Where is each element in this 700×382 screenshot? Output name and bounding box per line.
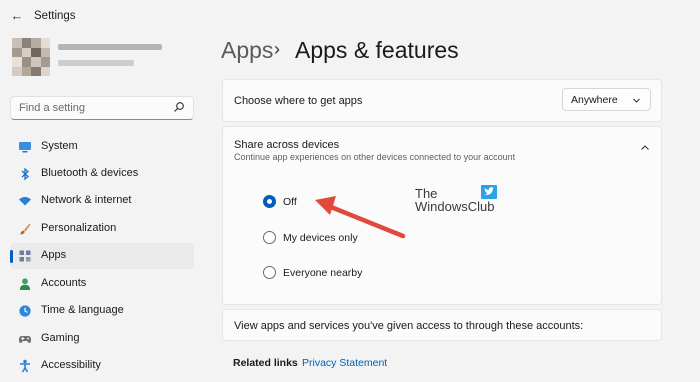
sidebar-item-system[interactable]: System xyxy=(10,134,194,160)
search-box[interactable] xyxy=(10,96,194,120)
bluetooth-icon xyxy=(21,167,29,181)
sidebar-item-personalization[interactable]: Personalization xyxy=(10,216,194,242)
person-icon xyxy=(19,278,31,290)
sidebar-item-label: Network & internet xyxy=(41,194,132,206)
share-across-devices-header[interactable]: Share across devices Continue app experi… xyxy=(222,126,662,172)
monitor-icon xyxy=(19,142,31,153)
sidebar-item-apps[interactable]: Apps xyxy=(10,243,194,269)
profile-email-blurred xyxy=(58,60,134,66)
app-title: Settings xyxy=(34,10,76,22)
sidebar-item-time-language[interactable]: Time & language xyxy=(10,298,194,324)
breadcrumb-separator: › xyxy=(274,39,280,59)
sidebar-item-label: Apps xyxy=(41,249,67,261)
sidebar-item-gaming[interactable]: Gaming xyxy=(10,326,194,352)
watermark-line2: WindowsClub xyxy=(415,199,495,214)
share-subtitle: Continue app experiences on other device… xyxy=(234,152,516,162)
search-icon[interactable] xyxy=(173,101,185,113)
active-indicator xyxy=(10,250,13,263)
radio-off-label[interactable]: Off xyxy=(283,196,297,208)
avatar[interactable] xyxy=(12,38,50,76)
radio-off[interactable] xyxy=(263,195,276,208)
get-apps-dropdown[interactable]: Anywhere xyxy=(562,88,651,111)
radio-everyone-nearby[interactable] xyxy=(263,266,276,279)
annotation-arrow-icon xyxy=(315,196,406,239)
profile-name-blurred xyxy=(58,44,162,50)
page-title: Apps & features xyxy=(295,37,459,63)
wifi-icon xyxy=(19,197,31,206)
get-apps-value: Anywhere xyxy=(571,94,618,106)
sidebar-item-label: System xyxy=(41,140,78,152)
sidebar-item-accounts[interactable]: Accounts xyxy=(10,271,194,297)
apps-icon xyxy=(19,250,31,262)
brush-icon xyxy=(20,223,31,235)
radio-everyone-nearby-label[interactable]: Everyone nearby xyxy=(283,267,362,279)
chevron-up-icon[interactable] xyxy=(640,143,650,153)
sidebar-item-label: Accessibility xyxy=(41,359,101,371)
sidebar-item-label: Accounts xyxy=(41,277,87,289)
sidebar-item-label: Gaming xyxy=(41,332,80,344)
sidebar-item-label: Personalization xyxy=(41,222,117,234)
get-apps-label: Choose where to get apps xyxy=(234,95,363,107)
sidebar-item-bluetooth-devices[interactable]: Bluetooth & devices xyxy=(10,161,194,187)
controller-icon xyxy=(19,336,31,343)
privacy-statement-link[interactable]: Privacy Statement xyxy=(302,357,387,369)
globe-clock-icon xyxy=(19,305,31,317)
radio-my-devices-only[interactable] xyxy=(263,231,276,244)
accounts-card[interactable]: View apps and services you've given acce… xyxy=(222,309,662,341)
accounts-text: View apps and services you've given acce… xyxy=(234,320,584,332)
twitter-bird-icon xyxy=(481,185,497,199)
sidebar-item-network-internet[interactable]: Network & internet xyxy=(10,188,194,214)
sidebar-item-label: Bluetooth & devices xyxy=(41,167,139,179)
accessibility-icon xyxy=(20,359,30,373)
share-title: Share across devices xyxy=(234,139,340,151)
breadcrumb-parent[interactable]: Apps xyxy=(221,37,273,64)
search-input[interactable] xyxy=(11,97,169,119)
sidebar-item-accessibility[interactable]: Accessibility xyxy=(10,353,194,379)
share-options-panel: Off My devices only Everyone nearby xyxy=(222,171,662,305)
chevron-down-icon xyxy=(633,98,640,103)
back-arrow-icon[interactable]: ← xyxy=(10,9,24,23)
related-links-label: Related links xyxy=(233,357,298,369)
sidebar-item-label: Time & language xyxy=(41,304,124,316)
